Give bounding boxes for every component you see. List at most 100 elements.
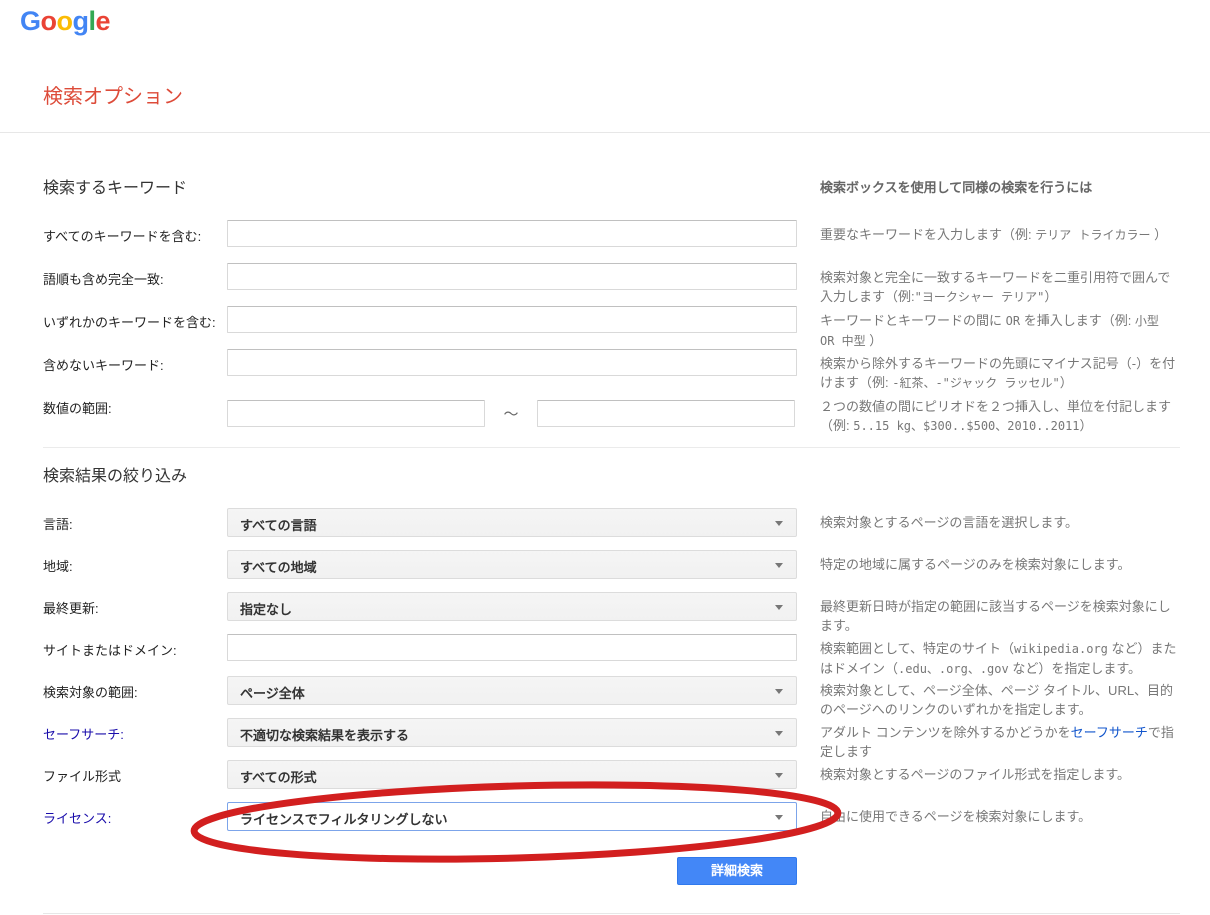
dropdown-arrow-icon xyxy=(775,815,783,820)
form-row-filetype: ファイル形式 すべての形式 検索対象とするページのファイル形式を指定します。 xyxy=(43,760,1180,802)
field-label-last-update: 最終更新: xyxy=(43,592,227,634)
field-label-exact-phrase: 語順も含め完全一致: xyxy=(43,263,227,306)
google-logo: Google xyxy=(20,6,110,37)
help-text-last-update: 最終更新日時が指定の範囲に該当するページを検索対象にします。 xyxy=(820,592,1180,634)
help-plain-text: ） xyxy=(1060,375,1073,390)
logo-letter: G xyxy=(20,6,41,37)
dropdown-arrow-icon xyxy=(775,605,783,610)
form-row-all-keywords: すべてのキーワードを含む: 重要なキーワードを入力します（例: テリア トライカ… xyxy=(43,220,1180,263)
field-label-site-domain: サイトまたはドメイン: xyxy=(43,634,227,676)
section-heading-keywords: 検索するキーワード xyxy=(43,174,797,205)
form-row-any-keywords: いずれかのキーワードを含む: キーワードとキーワードの間に OR を挿入します（… xyxy=(43,306,1180,349)
none-keywords-input[interactable] xyxy=(227,349,797,376)
field-label-number-range: 数値の範囲: xyxy=(43,392,227,435)
all-keywords-input[interactable] xyxy=(227,220,797,247)
help-plain-text: ） xyxy=(1044,289,1057,304)
last-update-select-value: 指定なし xyxy=(228,593,796,618)
field-label-all-keywords: すべてのキーワードを含む: xyxy=(43,220,227,263)
help-example-text: .edu、.org、.gov xyxy=(898,662,1009,676)
form-row-usage-rights: ライセンス: ライセンスでフィルタリングしない 自由に使用できるページを検索対象… xyxy=(43,802,1180,844)
help-plain-text: キーワードとキーワードの間に xyxy=(820,313,1006,328)
help-text-none-keywords: 検索から除外するキーワードの先頭にマイナス記号（-）を付けます（例: -紅茶、-… xyxy=(820,349,1180,392)
logo-letter: e xyxy=(96,6,111,37)
help-column-heading: 検索ボックスを使用して同様の検索を行うには xyxy=(820,174,1180,205)
safesearch-label-link[interactable]: セーフサーチ: xyxy=(43,727,124,742)
help-inline-link[interactable]: セーフサーチ xyxy=(1071,725,1148,740)
help-plain-text: ） xyxy=(866,333,883,348)
any-keywords-input[interactable] xyxy=(227,306,797,333)
dropdown-arrow-icon xyxy=(775,563,783,568)
help-example-text: -紅茶、-"ジャック ラッセル" xyxy=(892,376,1060,390)
field-label-filetype: ファイル形式 xyxy=(43,760,227,802)
help-text-safesearch: アダルト コンテンツを除外するかどうかをセーフサーチで指定します xyxy=(820,718,1180,760)
help-plain-text: 検索範囲として、特定のサイト（ xyxy=(820,641,1014,656)
section-heading-refine: 検索結果の絞り込み xyxy=(43,462,797,492)
dropdown-arrow-icon xyxy=(775,731,783,736)
safesearch-select-value: 不適切な検索結果を表示する xyxy=(228,719,796,744)
form-row-terms-appearing: 検索対象の範囲: ページ全体 検索対象として、ページ全体、ページ タイトル、UR… xyxy=(43,676,1180,718)
help-example-text: wikipedia.org xyxy=(1014,642,1108,656)
usage-rights-label-link[interactable]: ライセンス: xyxy=(43,811,111,826)
terms-appearing-select-value: ページ全体 xyxy=(228,677,796,702)
logo-letter: o xyxy=(57,6,73,37)
section-divider xyxy=(43,447,1180,448)
field-label-region: 地域: xyxy=(43,550,227,592)
help-plain-text: など）を指定します。 xyxy=(1009,661,1141,676)
usage-rights-select-value: ライセンスでフィルタリングしない xyxy=(228,803,796,828)
dropdown-arrow-icon xyxy=(775,521,783,526)
help-text-exact-phrase: 検索対象と完全に一致するキーワードを二重引用符で囲んで入力します（例:"ヨークシ… xyxy=(820,263,1180,306)
field-label-language: 言語: xyxy=(43,508,227,550)
help-plain-text: 検索対象とするページの言語を選択します。 xyxy=(820,515,1078,530)
logo-letter: o xyxy=(41,6,57,37)
help-plain-text: 検索対象とするページのファイル形式を指定します。 xyxy=(820,767,1130,782)
dropdown-arrow-icon xyxy=(775,773,783,778)
form-row-last-update: 最終更新: 指定なし 最終更新日時が指定の範囲に該当するページを検索対象にします… xyxy=(43,592,1180,634)
form-row-safesearch: セーフサーチ: 不適切な検索結果を表示する アダルト コンテンツを除外するかどう… xyxy=(43,718,1180,760)
help-text-site-domain: 検索範囲として、特定のサイト（wikipedia.org など）またはドメイン（… xyxy=(820,634,1180,676)
help-example-text: "ヨークシャー テリア" xyxy=(915,290,1045,304)
number-range-from-input[interactable] xyxy=(227,400,485,427)
page-header: Google 検索オプション xyxy=(0,0,1210,133)
help-text-any-keywords: キーワードとキーワードの間に OR を挿入します（例: 小型 OR 中型 ） xyxy=(820,306,1180,349)
help-text-usage-rights: 自由に使用できるページを検索対象にします。 xyxy=(820,802,1180,844)
refine-rows: 言語: すべての言語 検索対象とするページの言語を選択します。 地域: すべての… xyxy=(43,508,1180,844)
usage-rights-select[interactable]: ライセンスでフィルタリングしない xyxy=(227,802,797,831)
help-example-text: OR xyxy=(1006,314,1020,328)
advanced-search-button[interactable]: 詳細検索 xyxy=(677,857,797,885)
field-label-none-keywords: 含めないキーワード: xyxy=(43,349,227,392)
help-example-text: 5..15 kg、$300..$500、2010..2011 xyxy=(853,419,1079,433)
help-plain-text: 自由に使用できるページを検索対象にします。 xyxy=(820,809,1091,824)
filetype-select-value: すべての形式 xyxy=(228,761,796,786)
region-select[interactable]: すべての地域 xyxy=(227,550,797,579)
region-select-value: すべての地域 xyxy=(228,551,796,576)
language-select[interactable]: すべての言語 xyxy=(227,508,797,537)
help-text-terms-appearing: 検索対象として、ページ全体、ページ タイトル、URL、目的のページへのリンクのい… xyxy=(820,676,1180,718)
help-plain-text: 検索対象として、ページ全体、ページ タイトル、URL、目的のページへのリンクのい… xyxy=(820,683,1173,717)
terms-appearing-select[interactable]: ページ全体 xyxy=(227,676,797,705)
last-update-select[interactable]: 指定なし xyxy=(227,592,797,621)
form-row-site-domain: サイトまたはドメイン: 検索範囲として、特定のサイト（wikipedia.org… xyxy=(43,634,1180,676)
footer-divider xyxy=(43,913,1180,914)
help-plain-text: アダルト コンテンツを除外するかどうかを xyxy=(820,725,1071,740)
filetype-select[interactable]: すべての形式 xyxy=(227,760,797,789)
field-label-any-keywords: いずれかのキーワードを含む: xyxy=(43,306,227,349)
help-plain-text: 特定の地域に属するページのみを検索対象にします。 xyxy=(820,557,1130,572)
exact-phrase-input[interactable] xyxy=(227,263,797,290)
site-domain-input[interactable] xyxy=(227,634,797,661)
help-plain-text: 最終更新日時が指定の範囲に該当するページを検索対象にします。 xyxy=(820,599,1171,633)
main-content: 検索するキーワード 検索ボックスを使用して同様の検索を行うには すべてのキーワー… xyxy=(0,174,1210,914)
range-tilde-separator: ～ xyxy=(485,403,537,424)
help-plain-text: ） xyxy=(1080,418,1093,433)
form-row-exact-phrase: 語順も含め完全一致: 検索対象と完全に一致するキーワードを二重引用符で囲んで入力… xyxy=(43,263,1180,306)
help-text-language: 検索対象とするページの言語を選択します。 xyxy=(820,508,1180,550)
safesearch-select[interactable]: 不適切な検索結果を表示する xyxy=(227,718,797,747)
logo-letter: l xyxy=(89,6,96,37)
help-text-filetype: 検索対象とするページのファイル形式を指定します。 xyxy=(820,760,1180,802)
help-text-number-range: ２つの数値の間にピリオドを２つ挿入し、単位を付記します（例: 5..15 kg、… xyxy=(820,392,1180,435)
help-text-region: 特定の地域に属するページのみを検索対象にします。 xyxy=(820,550,1180,592)
number-range-to-input[interactable] xyxy=(537,400,795,427)
form-row-number-range: 数値の範囲: ～ ２つの数値の間にピリオドを２つ挿入し、単位を付記します（例: … xyxy=(43,392,1180,435)
logo-letter: g xyxy=(73,6,89,37)
dropdown-arrow-icon xyxy=(775,689,783,694)
keywords-rows: すべてのキーワードを含む: 重要なキーワードを入力します（例: テリア トライカ… xyxy=(43,220,1180,435)
